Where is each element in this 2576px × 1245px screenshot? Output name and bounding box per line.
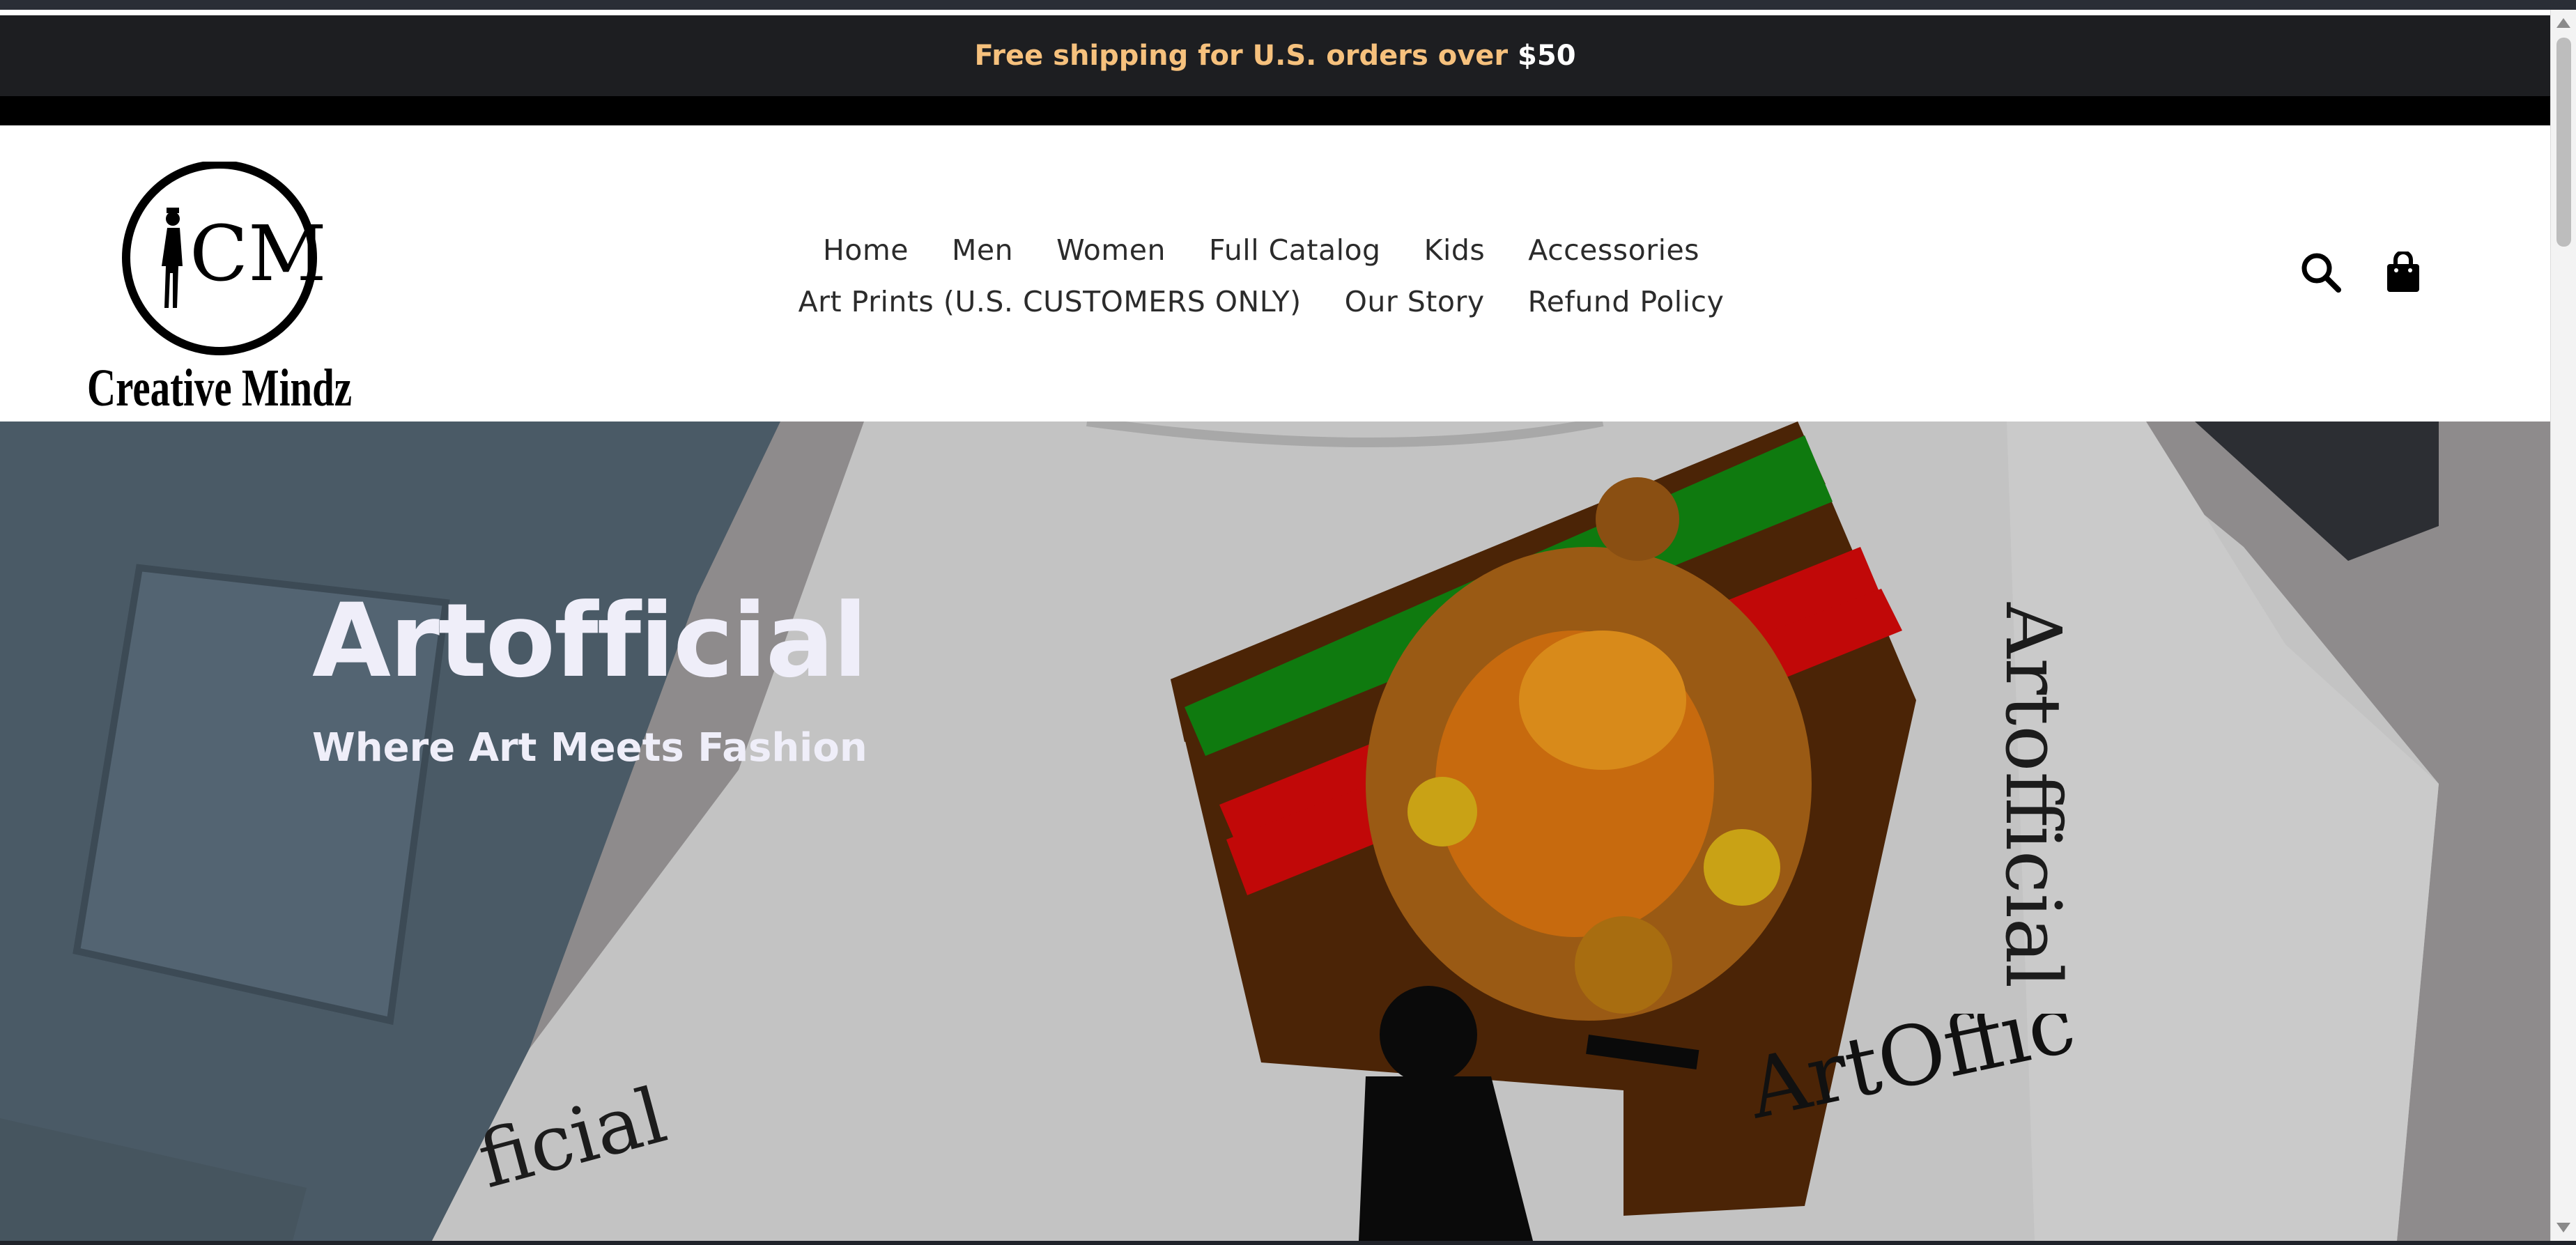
nav-link-art-prints[interactable]: Art Prints (U.S. CUSTOMERS ONLY)	[799, 285, 1302, 318]
window-top-edge	[0, 0, 2576, 10]
site-logo[interactable]: CM Creative Mindz	[84, 160, 355, 417]
shopping-bag-icon[interactable]	[2384, 250, 2422, 296]
header-icons	[2299, 250, 2422, 297]
browser-frame: Free shipping for U.S. orders over $50 C…	[0, 0, 2576, 1245]
nav-row-1: Home Men Women Full Catalog Kids Accesso…	[766, 233, 1756, 267]
logo-monogram: CM	[190, 209, 327, 298]
scroll-thumb[interactable]	[2556, 38, 2571, 247]
nav-link-men[interactable]: Men	[952, 233, 1013, 267]
announcement-bar: Free shipping for U.S. orders over $50	[0, 15, 2550, 96]
nav-link-refund-policy[interactable]: Refund Policy	[1528, 285, 1725, 318]
nav-link-kids[interactable]: Kids	[1424, 233, 1486, 267]
svg-text:Artofficial: Artofficial	[1989, 602, 2078, 988]
nav-link-accessories[interactable]: Accessories	[1528, 233, 1699, 267]
page-viewport: Free shipping for U.S. orders over $50 C…	[0, 10, 2550, 1241]
announcement-amount: $50	[1518, 40, 1576, 72]
page-scrollbar[interactable]	[2550, 10, 2576, 1241]
hero-title: Artofficial	[312, 582, 867, 700]
announcement-divider	[0, 96, 2550, 125]
nav-link-home[interactable]: Home	[823, 233, 909, 267]
site-header: CM Creative Mindz Home Men Women Full Ca…	[0, 125, 2550, 422]
hero-banner[interactable]: ficial Artofficial ArtOffic Artofficial …	[0, 422, 2550, 1241]
nav-link-women[interactable]: Women	[1056, 233, 1166, 267]
hero-text: Artofficial Where Art Meets Fashion	[312, 582, 867, 771]
announcement-text: Free shipping for U.S. orders over $50	[974, 40, 1575, 72]
search-icon[interactable]	[2299, 251, 2343, 297]
shirt-artoffic-text: ArtOffic	[1739, 1014, 2083, 1138]
logo-graphic: CM Creative Mindz	[87, 160, 352, 417]
nav-link-full-catalog[interactable]: Full Catalog	[1209, 233, 1381, 267]
shirt-text: ArtOffic	[1739, 1014, 2083, 1138]
scroll-down-arrow[interactable]	[2556, 1223, 2570, 1232]
hero-subtitle: Where Art Meets Fashion	[312, 725, 867, 771]
announcement-prefix: Free shipping for U.S. orders over	[974, 40, 1518, 72]
main-navigation: Home Men Women Full Catalog Kids Accesso…	[766, 233, 1756, 337]
nav-link-our-story[interactable]: Our Story	[1345, 285, 1485, 318]
logo-wordmark: Creative Mindz	[87, 359, 352, 412]
nav-row-2: Art Prints (U.S. CUSTOMERS ONLY) Our Sto…	[766, 285, 1756, 318]
scroll-up-arrow[interactable]	[2556, 18, 2570, 28]
